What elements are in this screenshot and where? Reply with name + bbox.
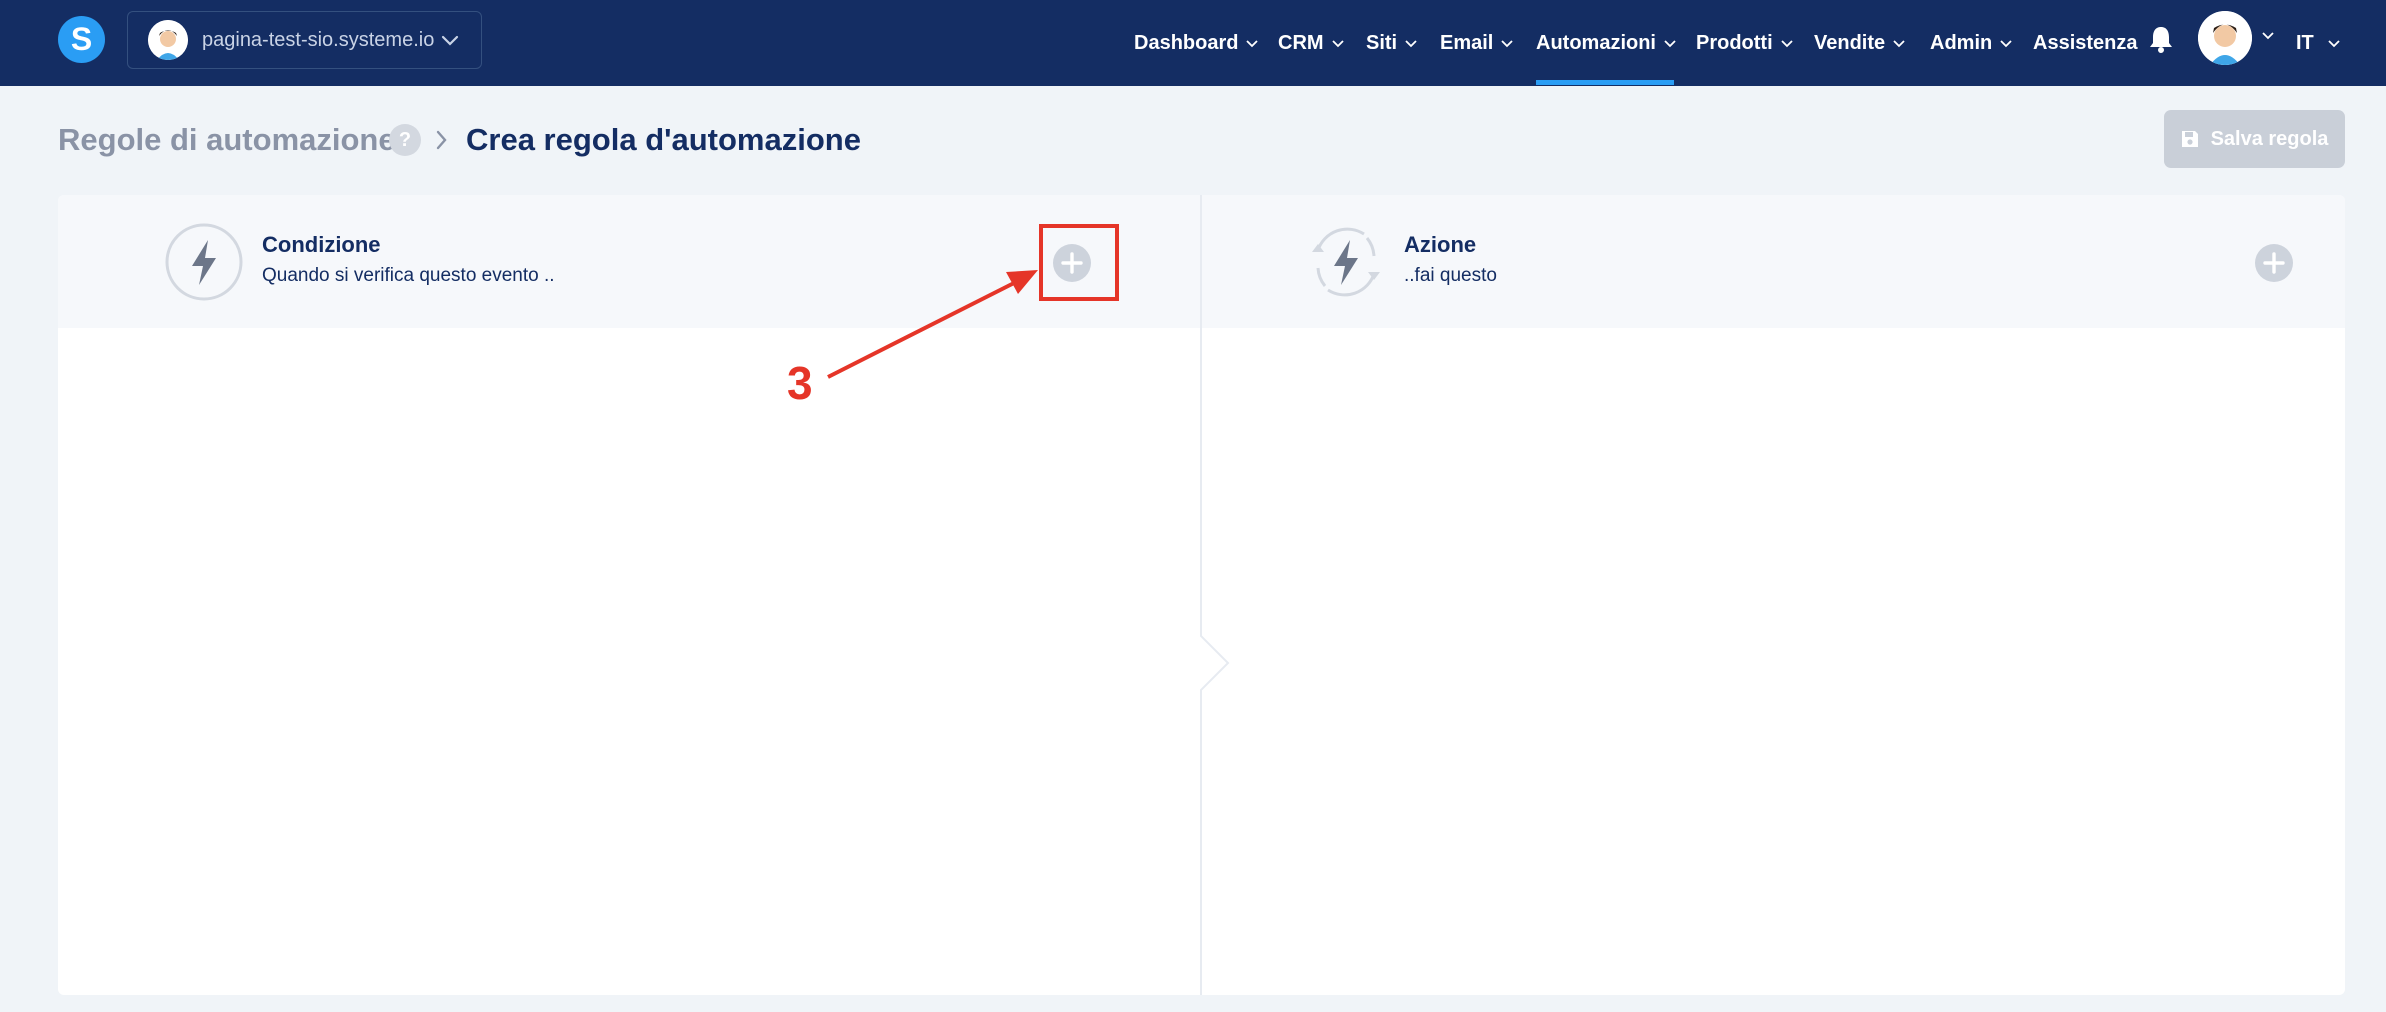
nav-item-admin[interactable]: Admin — [1930, 0, 2012, 86]
logo-letter: S — [70, 21, 93, 57]
chevron-down-icon — [1664, 39, 1676, 47]
help-symbol: ? — [398, 128, 412, 151]
language-selector[interactable]: IT — [2296, 0, 2340, 86]
site-avatar — [148, 20, 188, 60]
floppy-disk-icon — [2181, 131, 2198, 147]
annotation-highlight-box — [1039, 224, 1119, 301]
help-icon[interactable]: ? — [389, 124, 421, 156]
user-avatar[interactable] — [2198, 11, 2252, 65]
site-selector-label: pagina-test-sio.systeme.io — [202, 28, 435, 51]
chevron-down-icon[interactable] — [2262, 31, 2274, 40]
bolt-cycle-icon — [1312, 227, 1380, 297]
automation-rule-editor: Condizione Quando si verifica questo eve… — [58, 195, 2345, 995]
bell-icon[interactable] — [2148, 24, 2174, 54]
action-panel: Azione ..fai questo — [1202, 195, 2345, 328]
chevron-right-icon — [436, 130, 447, 150]
chevron-down-icon — [1246, 39, 1259, 47]
app-logo[interactable]: S — [58, 16, 105, 63]
chevron-down-icon — [1781, 39, 1793, 47]
chevron-down-icon — [2000, 39, 2012, 47]
action-subtitle: ..fai questo — [1404, 265, 1497, 286]
breadcrumb-root[interactable]: Regole di automazione — [58, 122, 396, 158]
page-title: Crea regola d'automazione — [466, 122, 861, 157]
nav-item-vendite[interactable]: Vendite — [1814, 0, 1905, 86]
condition-subtitle: Quando si verifica questo evento .. — [262, 265, 555, 286]
nav-label: Siti — [1366, 31, 1398, 54]
chevron-down-icon — [1893, 39, 1905, 47]
panel-divider — [1200, 195, 1202, 995]
bolt-icon — [165, 223, 243, 301]
chevron-down-icon — [1331, 39, 1344, 47]
chevron-down-icon — [1501, 39, 1513, 47]
condition-title: Condizione — [262, 232, 381, 257]
nav-item-automazioni[interactable]: Automazioni — [1536, 0, 1676, 86]
nav-label: CRM — [1278, 31, 1324, 54]
nav-item-assistenza[interactable]: Assistenza — [2033, 0, 2138, 86]
nav-label: Prodotti — [1696, 31, 1773, 54]
chevron-down-icon — [1405, 39, 1417, 47]
annotation-arrow — [827, 270, 1038, 379]
chevron-down-icon — [2328, 39, 2340, 47]
nav-label: Admin — [1930, 31, 1993, 54]
add-action-button[interactable] — [2254, 243, 2294, 283]
nav-item-crm[interactable]: CRM — [1278, 0, 1344, 86]
nav-label: Vendite — [1814, 31, 1886, 54]
nav-item-email[interactable]: Email — [1440, 0, 1513, 86]
site-selector[interactable]: pagina-test-sio.systeme.io — [127, 11, 482, 69]
language-label: IT — [2296, 31, 2314, 54]
nav-active-indicator — [1536, 80, 1674, 85]
nav-label: Dashboard — [1134, 31, 1239, 54]
nav-label: Automazioni — [1536, 31, 1656, 54]
save-rule-label: Salva regola — [2210, 127, 2329, 150]
divider-notch — [1200, 635, 1230, 691]
nav-item-dashboard[interactable]: Dashboard — [1134, 0, 1259, 86]
chevron-down-icon — [441, 35, 459, 46]
save-rule-button[interactable]: Salva regola — [2164, 110, 2345, 168]
nav-item-prodotti[interactable]: Prodotti — [1696, 0, 1793, 86]
nav-label: Assistenza — [2033, 31, 2138, 54]
action-title: Azione — [1404, 232, 1477, 257]
annotation-step-number: 3 — [787, 357, 813, 409]
nav-label: Email — [1440, 31, 1494, 54]
top-navbar: S pagina-test-sio.systeme.io Dashboard C… — [0, 0, 2386, 86]
nav-item-siti[interactable]: Siti — [1366, 0, 1417, 86]
